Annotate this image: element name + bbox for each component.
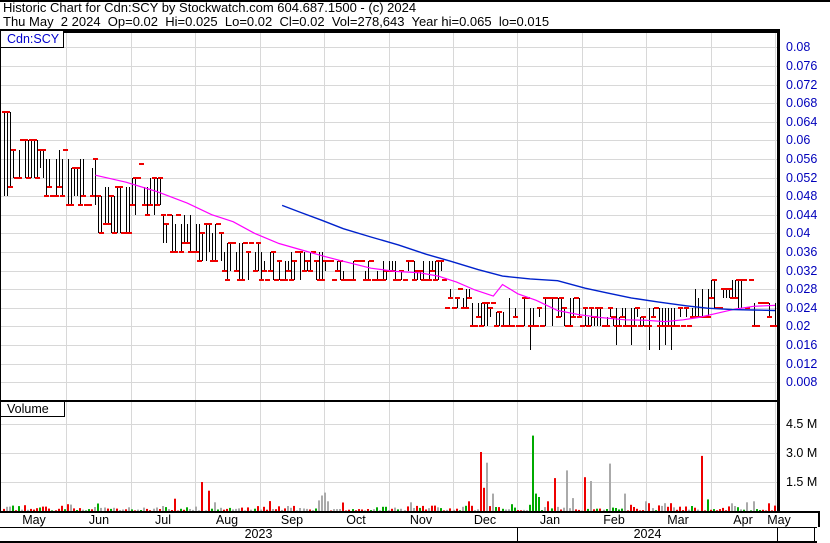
volume-panel-label: Volume <box>1 402 65 417</box>
price-tick-label: 0.008 <box>786 375 818 389</box>
price-tick-label: 0.056 <box>786 152 818 166</box>
price-tick-label: 0.06 <box>786 133 811 147</box>
panel-right-border <box>777 31 780 400</box>
price-tick-label: 0.064 <box>786 115 818 129</box>
month-label: May <box>767 513 791 527</box>
month-label: Jun <box>88 513 110 527</box>
price-tick-label: 0.016 <box>786 338 818 352</box>
year-box-2023: 2023 <box>0 528 518 541</box>
price-tick-label: 0.08 <box>786 40 811 54</box>
price-chart <box>0 31 780 400</box>
price-tick-label: 0.068 <box>786 96 818 110</box>
month-label: Mar <box>667 513 689 527</box>
price-tick-label: 0.02 <box>786 319 811 333</box>
price-tick-label: 0.044 <box>786 208 818 222</box>
month-label: Sep <box>280 513 304 527</box>
price-tick-label: 0.052 <box>786 171 818 185</box>
price-tick-label: 0.036 <box>786 245 818 259</box>
stockwatch-historic-chart: Historic Chart for Cdn:SCY by Stockwatch… <box>0 0 830 543</box>
volume-tick-label: 3.0 M <box>786 446 818 460</box>
month-label: Aug <box>215 513 239 527</box>
month-label: Jul <box>155 513 171 527</box>
month-label: May <box>22 513 46 527</box>
month-label: Apr <box>733 513 753 527</box>
month-label: Feb <box>603 513 625 527</box>
month-label: Oct <box>346 513 366 527</box>
chart-title: Historic Chart for Cdn:SCY by Stockwatch… <box>3 0 417 15</box>
price-tick-label: 0.076 <box>786 59 818 73</box>
year-box-2024: 2024 <box>518 528 778 541</box>
price-tick-label: 0.028 <box>786 282 818 296</box>
price-tick-label: 0.012 <box>786 357 818 371</box>
price-tick-label: 0.04 <box>786 226 811 240</box>
ma-slow-line <box>281 204 776 312</box>
price-tick-label: 0.072 <box>786 78 818 92</box>
symbol-label: Cdn:SCY <box>1 31 64 48</box>
month-label: Dec <box>473 513 497 527</box>
price-tick-label: 0.024 <box>786 301 818 315</box>
month-axis: May Jun Jul Aug Sep Oct Nov Dec Jan Feb Mar Apr May <box>0 511 820 527</box>
panel-right-border <box>777 400 780 511</box>
volume-grid <box>1 402 777 511</box>
year-label: 2023 <box>244 527 273 541</box>
panel-top-border <box>0 400 780 402</box>
quote-summary: Thu May 2 2024 Op=0.02 Hi=0.025 Lo=0.02 … <box>3 14 550 29</box>
price-tick-label: 0.032 <box>786 264 818 278</box>
month-label: Jan <box>539 513 561 527</box>
volume-tick-label: 1.5 M <box>786 475 818 489</box>
year-box-pad <box>778 528 815 541</box>
year-axis: 2023 2024 <box>0 527 817 543</box>
volume-tick-label: 4.5 M <box>786 417 818 431</box>
price-tick-label: 0.048 <box>786 189 818 203</box>
volume-chart <box>0 400 780 511</box>
year-label: 2024 <box>633 527 662 541</box>
month-label: Nov <box>409 513 433 527</box>
panel-top-border <box>0 31 780 33</box>
panel-left-border <box>0 31 1 400</box>
ma-fast-line <box>95 174 776 323</box>
